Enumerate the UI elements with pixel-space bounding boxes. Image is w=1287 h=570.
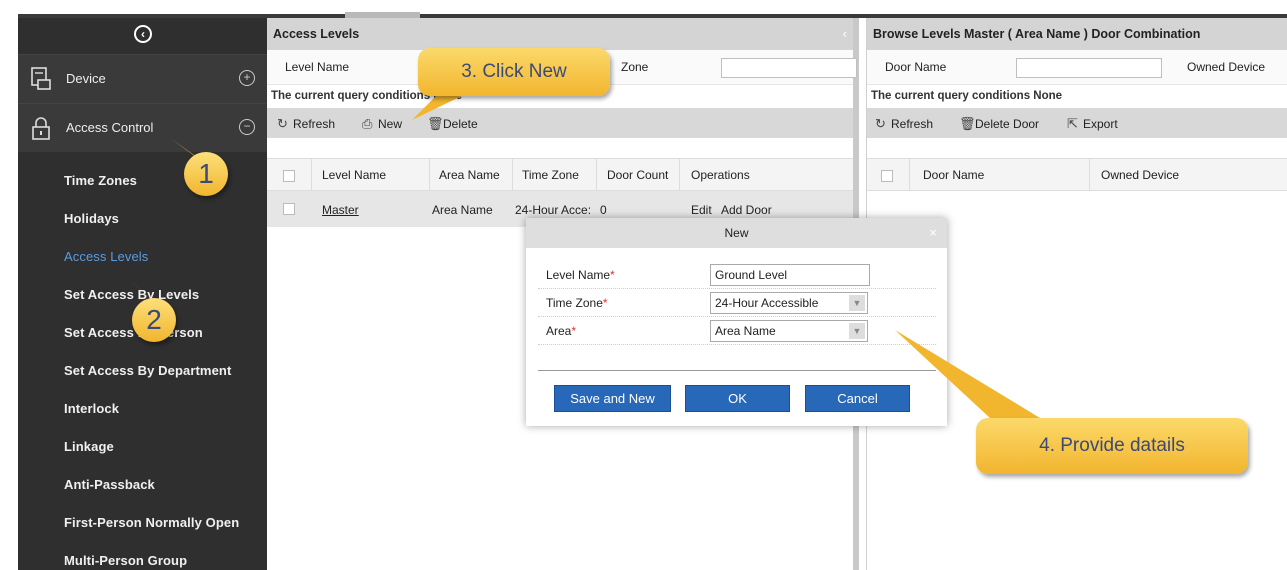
step-3-callout: 3. Click New	[418, 48, 610, 96]
step-4-callout: 4. Provide datails	[976, 418, 1248, 474]
pointer-step4	[895, 330, 1040, 418]
step-2-badge: 2	[132, 298, 176, 342]
pointer-step3	[412, 92, 470, 120]
step-1-badge: 1	[184, 152, 228, 196]
annotation-pointers	[120, 92, 1040, 418]
